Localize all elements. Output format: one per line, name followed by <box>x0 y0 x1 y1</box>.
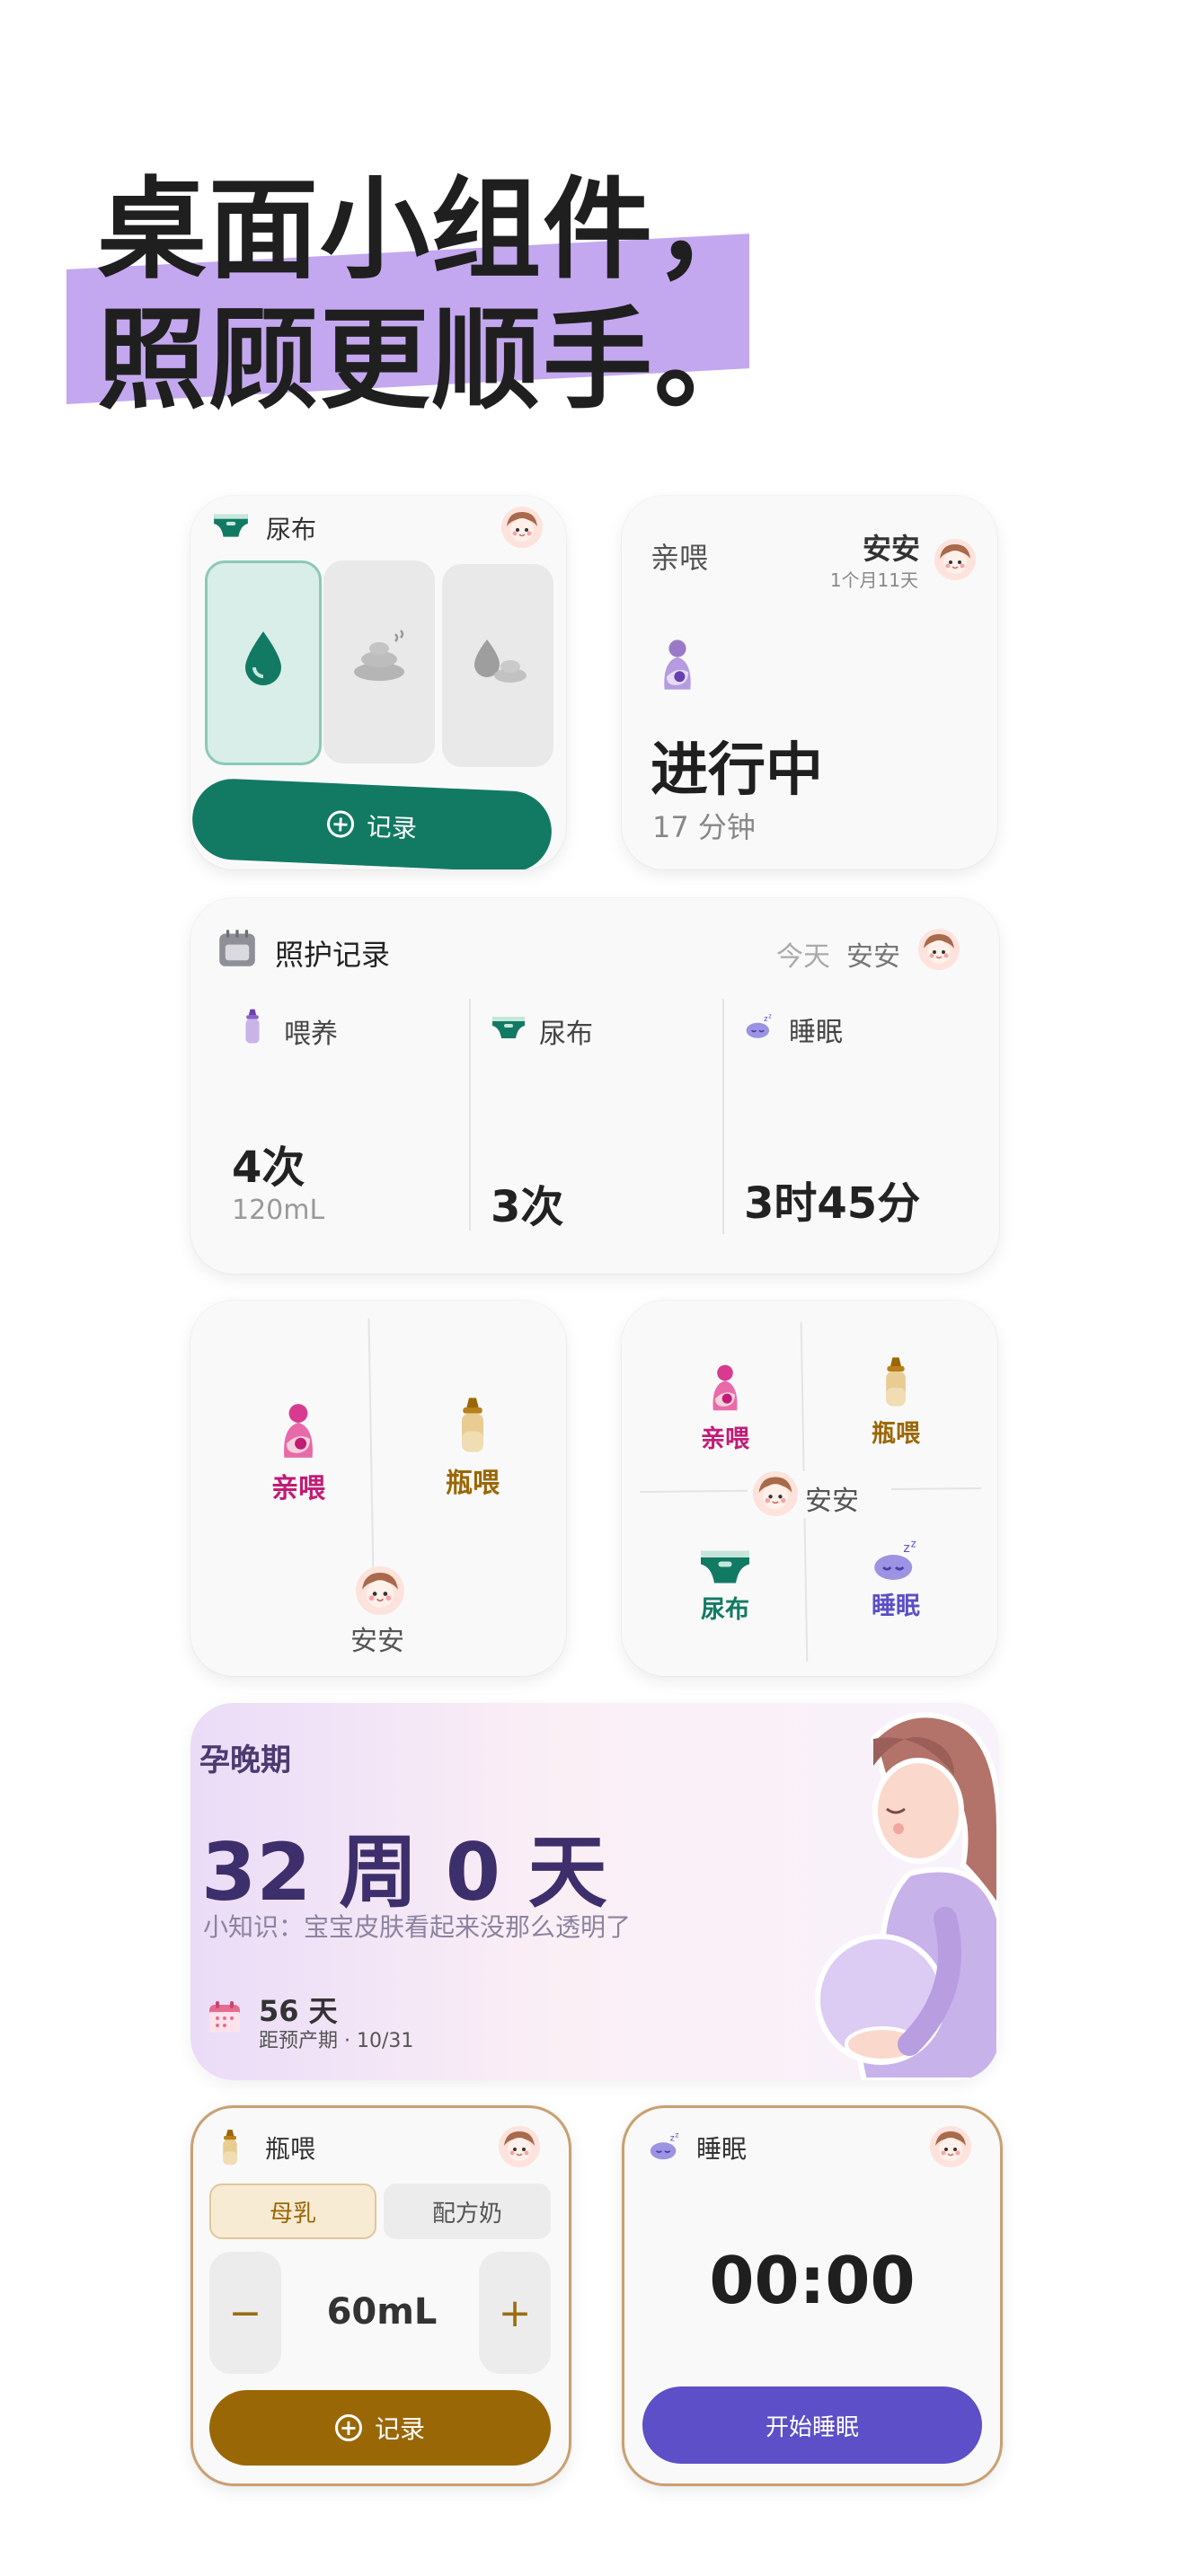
diaper-count: 3次 <box>491 1182 564 1232</box>
diaper-widget[interactable]: 尿布 + 记录 <box>190 496 566 869</box>
breastmilk-label: 母乳 <box>269 2200 316 2228</box>
mixed-icon <box>474 640 527 683</box>
notebook-icon <box>217 929 257 968</box>
baby-age: 1个月11天 <box>829 569 918 591</box>
sleep-icon <box>744 1013 774 1040</box>
diaper-type-dirty[interactable] <box>323 560 435 763</box>
diaper-icon <box>698 1545 752 1586</box>
diaper-record-label: 记录 <box>366 811 418 844</box>
diaper-widget-title: 尿布 <box>266 515 317 544</box>
diaper-type-wet[interactable] <box>205 560 322 765</box>
sleep-icon <box>871 1539 921 1583</box>
care-log-widget[interactable]: 照护记录 今天 安安 喂养 4次 120mL 尿布 3次 睡眠 3时45分 <box>190 898 999 1274</box>
baby-name: 安安 <box>350 1626 404 1657</box>
nurse-action[interactable]: 亲喂 <box>676 1360 774 1454</box>
baby-avatar <box>934 539 976 580</box>
add-icon: + <box>326 809 355 839</box>
feeding-count: 4次 <box>232 1142 305 1193</box>
sleep-action-label: 睡眠 <box>872 1592 920 1620</box>
baby-avatar <box>356 1566 404 1615</box>
diaper-icon <box>212 510 250 539</box>
baby-avatar <box>499 2126 540 2167</box>
sleep-icon <box>648 2131 682 2162</box>
bottle-widget-title: 瓶喂 <box>265 2134 316 2164</box>
care-log-day: 今天 <box>776 941 830 973</box>
diaper-action-label: 尿布 <box>701 1596 749 1624</box>
nurse-action-label: 亲喂 <box>701 1425 749 1453</box>
baby-avatar <box>753 1471 798 1516</box>
headline-line-2: 照顾更顺手。 <box>97 296 766 424</box>
baby-avatar <box>918 929 960 970</box>
sleep-total: 3时45分 <box>744 1178 921 1229</box>
minus-icon: − <box>228 2289 262 2336</box>
bottle-record-button[interactable]: + 记录 <box>209 2390 551 2466</box>
quick-actions-4-widget[interactable]: 亲喂 瓶喂 安安 尿布 睡眠 <box>622 1301 997 1676</box>
diaper-action[interactable]: 尿布 <box>676 1545 774 1625</box>
droplet-icon <box>245 631 281 685</box>
increase-button[interactable]: + <box>479 2252 551 2374</box>
start-sleep-button[interactable]: 开始睡眠 <box>642 2386 982 2464</box>
baby-avatar <box>501 507 543 548</box>
nurse-action-label: 亲喂 <box>271 1473 325 1504</box>
diaper-icon <box>491 1013 527 1040</box>
bottle-action[interactable]: 瓶喂 <box>846 1354 945 1449</box>
bottle-widget[interactable]: 瓶喂 母乳 配方奶 − 60mL + + 记录 <box>190 2105 571 2486</box>
pregnancy-widget[interactable]: 孕晚期 32 周 0 天 小知识：宝宝皮肤看起来没那么透明了 56 天 距预产期… <box>190 1703 999 2080</box>
start-sleep-label: 开始睡眠 <box>765 2413 859 2441</box>
nursing-widget[interactable]: 亲喂 安安 1个月11天 进行中 17 分钟 <box>622 496 997 869</box>
bottle-icon <box>880 1354 912 1410</box>
quick-actions-2-widget[interactable]: 亲喂 瓶喂 安安 <box>190 1301 566 1676</box>
pregnancy-stage: 孕晚期 <box>199 1742 291 1778</box>
nurse-action[interactable]: 亲喂 <box>244 1399 352 1505</box>
headline-line-1: 桌面小组件， <box>97 166 766 294</box>
sleep-widget[interactable]: 睡眠 00:00 开始睡眠 <box>622 2105 1003 2486</box>
feeding-icon <box>245 1009 260 1044</box>
bottle-icon <box>455 1394 491 1457</box>
decrease-button[interactable]: − <box>209 2252 281 2374</box>
center-baby: 安安 <box>748 1471 891 1518</box>
pregnancy-tip: 小知识：宝宝皮肤看起来没那么透明了 <box>203 1912 632 1942</box>
due-date: 距预产期 · 10/31 <box>259 2030 414 2052</box>
column-divider <box>722 999 724 1234</box>
milk-type-formula[interactable]: 配方奶 <box>384 2183 551 2239</box>
amount-value: 60mL <box>326 2291 438 2333</box>
nursing-icon <box>705 1360 745 1416</box>
nursing-widget-title: 亲喂 <box>651 541 709 575</box>
bottle-record-label: 记录 <box>374 2414 425 2444</box>
poop-icon <box>354 630 404 681</box>
sleep-timer: 00:00 <box>709 2243 916 2318</box>
bottle-icon <box>218 2128 242 2167</box>
baby-name: 安安 <box>805 1486 859 1517</box>
action-divider <box>367 1319 375 1581</box>
nursing-status: 进行中 <box>651 737 823 804</box>
sleep-label: 睡眠 <box>789 1017 843 1048</box>
bottle-action-label: 瓶喂 <box>872 1420 920 1448</box>
bottle-action[interactable]: 瓶喂 <box>419 1394 527 1500</box>
diaper-record-button[interactable]: + 记录 <box>190 777 553 869</box>
add-icon: + <box>334 2414 362 2441</box>
feeding-label: 喂养 <box>284 1019 338 1050</box>
baby-name: 安安 <box>862 532 920 566</box>
care-log-title: 照护记录 <box>275 938 391 972</box>
sleep-widget-title: 睡眠 <box>696 2134 748 2164</box>
diaper-type-mixed[interactable] <box>442 564 553 767</box>
calendar-icon <box>207 1999 243 2035</box>
nursing-icon <box>275 1399 322 1462</box>
diaper-label: 尿布 <box>539 1019 593 1050</box>
column-divider <box>469 999 471 1231</box>
formula-label: 配方奶 <box>431 2200 502 2228</box>
bottle-action-label: 瓶喂 <box>446 1468 500 1499</box>
baby-name: 安安 <box>846 941 900 973</box>
pregnant-woman-illustration <box>815 1712 999 2080</box>
milk-type-breastmilk[interactable]: 母乳 <box>209 2183 376 2239</box>
feeding-volume: 120mL <box>232 1195 325 1226</box>
plus-icon: + <box>498 2289 532 2336</box>
pregnancy-weeks: 32 周 0 天 <box>201 1826 607 1919</box>
nursing-duration: 17 分钟 <box>652 810 756 844</box>
nursing-icon <box>664 640 691 690</box>
baby-avatar <box>930 2126 971 2167</box>
sleep-action[interactable]: 睡眠 <box>846 1539 945 1621</box>
